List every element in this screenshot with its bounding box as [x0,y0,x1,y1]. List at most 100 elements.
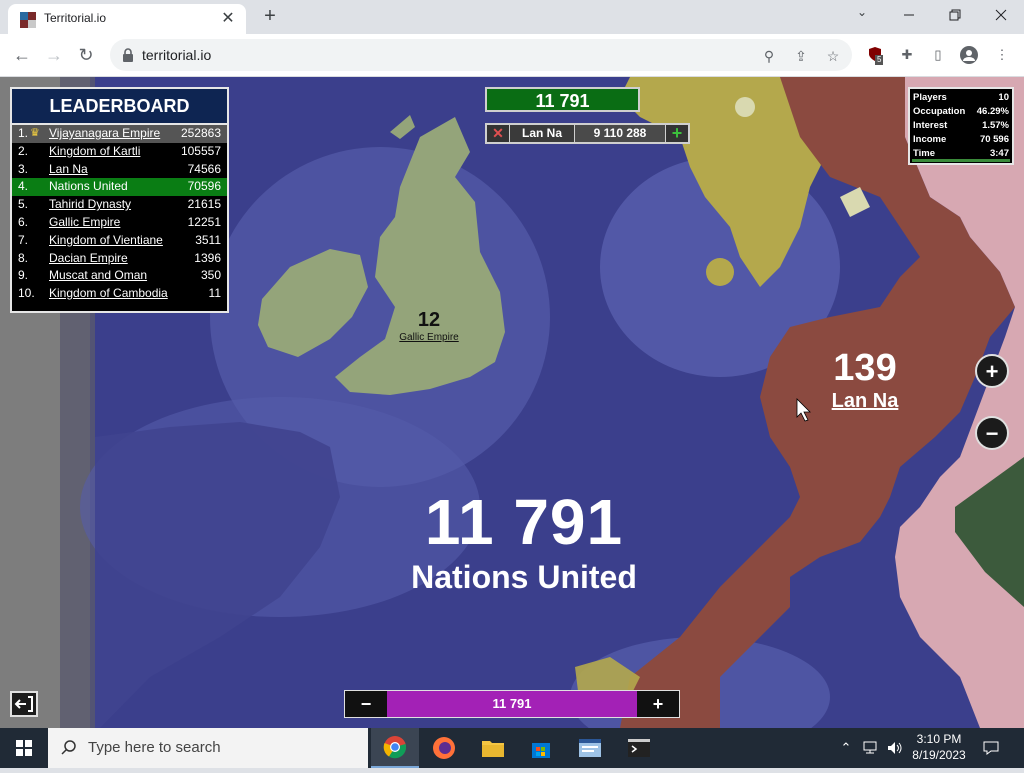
add-attack-plus-icon[interactable]: + [666,124,688,142]
player-score: 1396 [194,250,221,265]
windows-taskbar: Type here to search ⌃ 3:10 PM 8/19/2023 [0,728,1024,768]
new-tab-button[interactable]: + [258,5,282,29]
gallic-name: Gallic Empire [399,332,459,343]
leaderboard-row[interactable]: 7. Kingdom of Vientiane 3511 [12,232,227,250]
close-icon [995,9,1007,21]
search-placeholder: Type here to search [88,739,221,756]
taskbar-chrome[interactable] [371,728,419,768]
stat-row: Income 70 596 [913,133,1009,147]
leaderboard: LEADERBOARD 1. ♛ Vijayanagara Empire 252… [10,87,229,313]
tray-chevron-up-icon[interactable]: ⌃ [838,728,854,768]
tab-search-chevron-icon[interactable]: ⌄ [850,5,874,25]
stat-row: Players 10 [913,91,1009,105]
ublock-extension-icon[interactable]: 5 [866,46,884,65]
ratio-slider[interactable]: 11 791 [387,691,637,717]
player-name[interactable]: Nations United [49,178,128,196]
player-score: 74566 [187,161,221,176]
leaderboard-row[interactable]: 8. Dacian Empire 1396 [12,250,227,268]
windows-logo-icon [16,740,32,756]
browser-toolbar: ← → ↻ territorial.io ⚲ ⇪ ☆ 5 ✚ ▯ ⋮ [0,34,1024,77]
player-name[interactable]: Kingdom of Kartli [49,143,140,161]
browser-tab[interactable]: Territorial.io ✕ [8,4,246,34]
player-name[interactable]: Kingdom of Vientiane [49,232,163,250]
stats-panel: Players 10 Occupation 46.29% Interest 1.57%… [908,87,1014,165]
stat-value: 46.29% [976,106,1009,117]
player-name[interactable]: Muscat and Oman [49,267,147,285]
taskbar-search[interactable]: Type here to search [48,728,368,768]
share-icon[interactable]: ⇪ [792,47,810,65]
stat-value: 70 596 [979,134,1009,145]
gallic-empire-label[interactable]: 12 Gallic Empire [388,309,470,343]
search-icon [61,740,76,755]
speech-bubble-icon [983,741,999,755]
increase-ratio-button[interactable]: + [637,691,679,717]
leaderboard-row-self[interactable]: 4. Nations United 70596 [12,178,227,197]
tab-close-icon[interactable]: ✕ [218,9,238,29]
zoom-in-button[interactable]: + [975,354,1009,388]
leaderboard-row[interactable]: 1. ♛ Vijayanagara Empire 252863 [12,125,227,143]
player-name[interactable]: Vijayanagara Empire [49,125,160,143]
bookmark-star-icon[interactable]: ☆ [824,47,842,65]
taskbar-terminal[interactable] [615,728,663,768]
player-name[interactable]: Lan Na [49,161,88,179]
rank: 1. [18,126,29,140]
leaderboard-row[interactable]: 9. Muscat and Oman 350 [12,267,227,285]
territorial-favicon-icon [20,12,36,28]
stat-label: Interest [913,120,948,131]
app-window-icon [579,739,601,757]
firefox-icon [433,737,455,759]
extensions-puzzle-icon[interactable]: ✚ [898,46,916,64]
restore-button[interactable] [932,0,978,30]
player-name[interactable]: Kingdom of Cambodia [49,285,168,303]
game-canvas[interactable]: LEADERBOARD 1. ♛ Vijayanagara Empire 252… [0,77,1024,728]
leaderboard-row[interactable]: 2. Kingdom of Kartli 105557 [12,143,227,161]
zoom-search-icon[interactable]: ⚲ [760,47,778,65]
stat-value: 1.57% [982,120,1009,131]
exit-arrow-icon [14,696,33,712]
leaderboard-row[interactable]: 5. Tahirid Dynasty 21615 [12,196,227,214]
lanna-troops: 139 [833,347,897,389]
leaderboard-row[interactable]: 3. Lan Na 74566 [12,161,227,179]
zoom-out-button[interactable]: − [975,416,1009,450]
player-score: 350 [200,268,221,283]
start-button[interactable] [0,728,48,768]
player-score: 70596 [187,179,221,194]
time-progress-bar [912,159,1010,162]
lanna-label[interactable]: 139 Lan Na [815,347,915,413]
address-bar[interactable]: territorial.io ⚲ ⇪ ☆ [110,39,852,71]
leaderboard-row[interactable]: 10. Kingdom of Cambodia 11 [12,285,227,303]
taskbar-clock[interactable]: 3:10 PM 8/19/2023 [900,731,978,763]
clock-date: 8/19/2023 [912,748,966,762]
player-name[interactable]: Tahirid Dynasty [49,196,131,214]
menu-kebab-icon[interactable]: ⋮ [993,46,1011,64]
profile-avatar-icon[interactable] [960,46,978,64]
player-name[interactable]: Dacian Empire [49,250,128,268]
attack-target-bar: ✕ Lan Na 9 110 288 + [485,123,690,144]
taskbar-file-explorer[interactable] [469,728,517,768]
extension-badge: 5 [875,55,884,65]
forward-arrow-icon[interactable]: → [42,43,66,67]
network-icon[interactable] [860,728,882,768]
reload-icon[interactable]: ↻ [74,43,98,67]
leaderboard-row[interactable]: 6. Gallic Empire 12251 [12,214,227,232]
player-name[interactable]: Gallic Empire [49,214,120,232]
tab-title: Territorial.io [44,11,107,25]
rank: 4. [18,179,29,194]
back-arrow-icon[interactable]: ← [10,43,34,67]
player-troops: 11 791 [424,486,624,558]
taskbar-firefox[interactable] [420,728,468,768]
player-territory-label[interactable]: 11 791 Nations United [384,485,664,596]
gallic-troops: 12 [417,309,441,331]
side-panel-icon[interactable]: ▯ [929,46,947,64]
taskbar-store[interactable] [517,728,565,768]
decrease-ratio-button[interactable]: − [345,691,387,717]
cancel-attack-x-icon[interactable]: ✕ [487,125,510,142]
taskbar-app-window[interactable] [566,728,614,768]
close-window-button[interactable] [978,0,1024,30]
minimize-button[interactable] [886,0,932,30]
notifications-icon[interactable] [980,728,1002,768]
minimize-icon [904,14,914,16]
exit-game-button[interactable] [10,691,38,717]
tab-strip: Territorial.io ✕ + ⌄ [0,0,1024,34]
avatar [960,46,978,64]
